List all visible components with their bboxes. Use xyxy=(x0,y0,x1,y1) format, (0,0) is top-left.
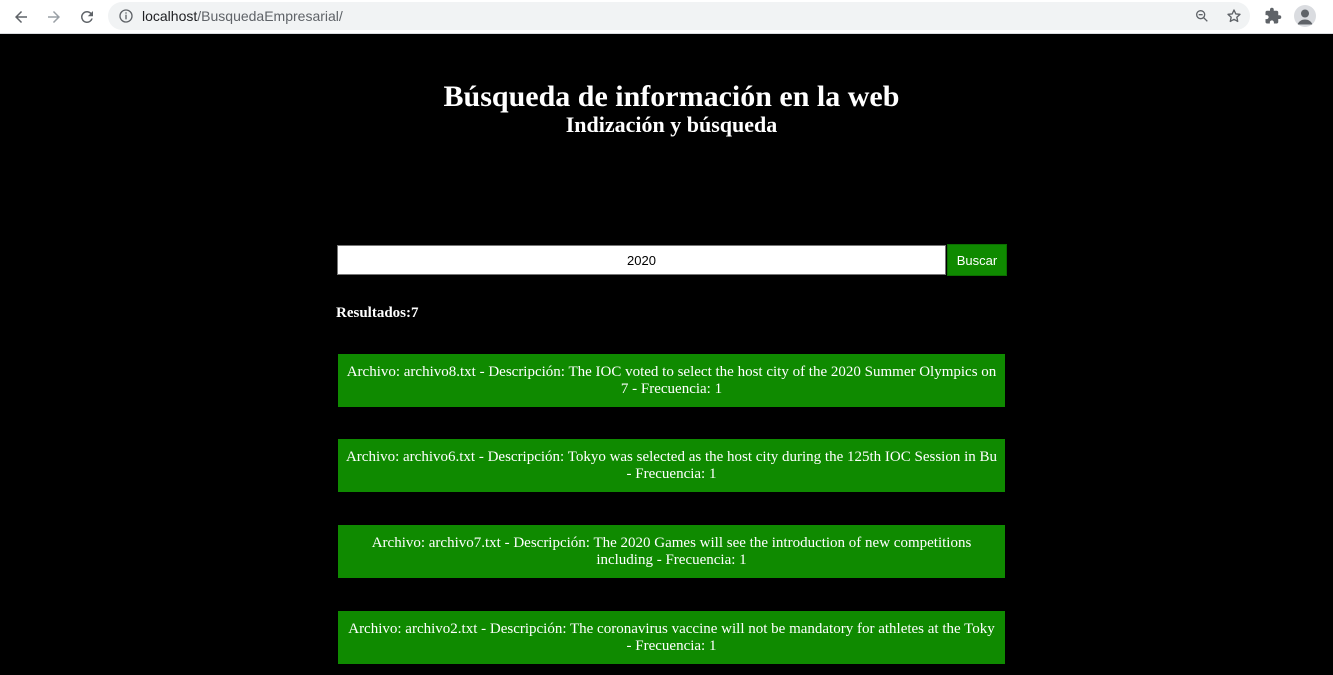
search-input[interactable] xyxy=(337,245,946,275)
profile-avatar-icon[interactable] xyxy=(1294,5,1316,27)
result-item[interactable]: Archivo: archivo2.txt - Descripción: The… xyxy=(338,611,1005,664)
reload-icon[interactable] xyxy=(75,5,99,29)
url-host: localhost xyxy=(142,8,198,24)
forward-icon[interactable] xyxy=(42,5,66,29)
search-button[interactable]: Buscar xyxy=(947,244,1007,276)
extensions-icon[interactable] xyxy=(1264,7,1282,25)
page-subtitle: Indización y búsqueda xyxy=(565,112,778,137)
address-bar[interactable]: localhost/BusquedaEmpresarial/ xyxy=(108,2,1250,30)
result-item[interactable]: Archivo: archivo8.txt - Descripción: The… xyxy=(338,354,1005,407)
result-item[interactable]: Archivo: archivo6.txt - Descripción: Tok… xyxy=(338,439,1005,492)
zoom-icon[interactable] xyxy=(1194,8,1210,24)
url-text: localhost/BusquedaEmpresarial/ xyxy=(142,7,343,25)
url-path: /BusquedaEmpresarial/ xyxy=(197,8,343,24)
page-content: Búsqueda de información en la web Indiza… xyxy=(0,35,1333,675)
browser-toolbar: localhost/BusquedaEmpresarial/ xyxy=(0,0,1333,34)
results-count: Resultados:7 xyxy=(336,305,419,321)
page-title: Búsqueda de información en la web xyxy=(443,80,900,113)
info-icon[interactable] xyxy=(118,8,134,24)
bookmark-star-icon[interactable] xyxy=(1226,8,1242,24)
back-icon[interactable] xyxy=(9,5,33,29)
result-item[interactable]: Archivo: archivo7.txt - Descripción: The… xyxy=(338,525,1005,578)
